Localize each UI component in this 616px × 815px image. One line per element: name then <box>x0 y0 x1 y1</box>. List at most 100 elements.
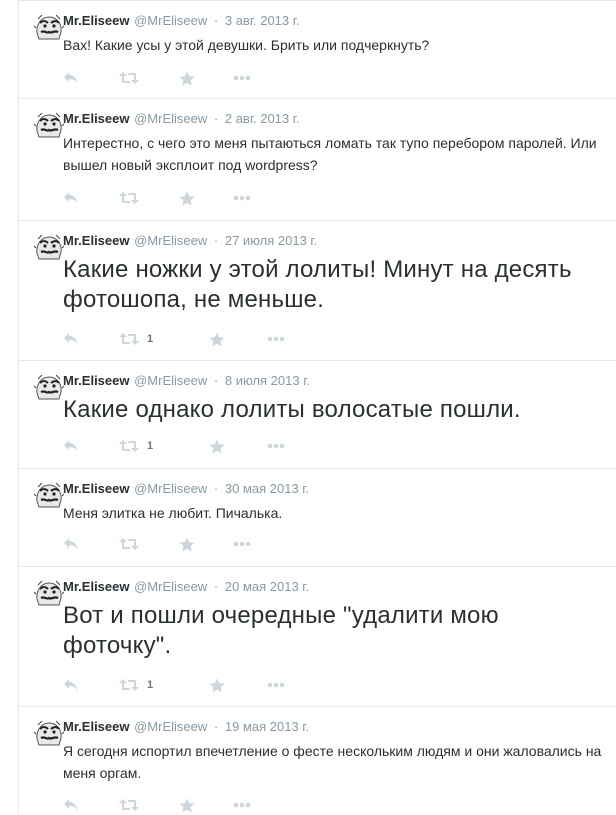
more-button[interactable] <box>267 437 285 455</box>
timestamp[interactable]: 27 июля 2013 г. <box>225 233 317 248</box>
tweet-text: Вах! Какие усы у этой девушки. Брить или… <box>63 37 430 53</box>
tweet-text: Какие однако лолиты волосатые пошли. <box>63 396 521 423</box>
fullname[interactable]: Mr.Eliseew <box>63 13 129 28</box>
retweet-button[interactable] <box>119 535 147 553</box>
tweet-header: Mr.Eliseew @MrEliseew · 27 июля 2013 г. <box>63 233 317 249</box>
fullname[interactable]: Mr.Eliseew <box>63 579 129 594</box>
more-icon <box>267 443 285 449</box>
tweet-text: Вот и пошли очередные "удалити мою фоточ… <box>63 602 499 659</box>
separator: · <box>213 111 219 126</box>
reply-icon <box>64 192 78 204</box>
more-button[interactable] <box>233 535 251 553</box>
retweet-count: 1 <box>147 679 154 691</box>
more-icon <box>267 336 285 342</box>
separator: · <box>213 13 219 28</box>
retweet-button[interactable]: 1 <box>119 437 153 455</box>
reply-icon <box>64 72 78 84</box>
avatar[interactable] <box>33 11 65 43</box>
tweet[interactable]: Mr.Eliseew @MrEliseew · 2 авг. 2013 г. И… <box>19 99 616 221</box>
reply-button[interactable] <box>63 330 79 348</box>
retweet-icon <box>119 538 139 550</box>
favorite-icon <box>179 798 195 812</box>
favorite-button[interactable] <box>209 676 225 694</box>
tweet-timeline: Mr.Eliseew @MrEliseew · 3 авг. 2013 г. В… <box>18 0 616 814</box>
favorite-icon <box>179 191 195 205</box>
favorite-button[interactable] <box>179 69 195 87</box>
reply-button[interactable] <box>63 189 79 207</box>
reply-button[interactable] <box>63 796 79 814</box>
more-button[interactable] <box>233 796 251 814</box>
separator: · <box>213 719 219 734</box>
favorite-icon <box>209 678 225 692</box>
tweet-text: Меня элитка не любит. Пичалька. <box>63 505 283 521</box>
timestamp[interactable]: 20 мая 2013 г. <box>225 579 309 594</box>
favorite-button[interactable] <box>209 437 225 455</box>
tweet-text: Какие ножки у этой лолиты! Минут на деся… <box>63 256 572 313</box>
avatar[interactable] <box>33 577 65 609</box>
reply-button[interactable] <box>63 535 79 553</box>
retweet-icon <box>119 72 139 84</box>
tweet[interactable]: Mr.Eliseew @MrEliseew · 19 мая 2013 г. Я… <box>19 707 616 815</box>
tweet-header: Mr.Eliseew @MrEliseew · 19 мая 2013 г. <box>63 719 309 735</box>
retweet-icon <box>119 333 139 345</box>
retweet-button[interactable] <box>119 796 147 814</box>
reply-button[interactable] <box>63 437 79 455</box>
favorite-icon <box>179 537 195 551</box>
username[interactable]: @MrEliseew <box>134 13 207 28</box>
retweet-button[interactable]: 1 <box>119 330 153 348</box>
username[interactable]: @MrEliseew <box>134 233 207 248</box>
timestamp[interactable]: 19 мая 2013 г. <box>225 719 309 734</box>
timestamp[interactable]: 3 авг. 2013 г. <box>225 13 300 28</box>
more-icon <box>267 682 285 688</box>
timestamp[interactable]: 8 июля 2013 г. <box>225 373 310 388</box>
avatar[interactable] <box>33 479 65 511</box>
retweet-count: 1 <box>147 440 154 452</box>
username[interactable]: @MrEliseew <box>134 719 207 734</box>
tweet[interactable]: Mr.Eliseew @MrEliseew · 27 июля 2013 г. … <box>19 221 616 361</box>
avatar[interactable] <box>33 231 65 263</box>
username[interactable]: @MrEliseew <box>134 481 207 496</box>
reply-icon <box>64 799 78 811</box>
tweet[interactable]: Mr.Eliseew @MrEliseew · 3 авг. 2013 г. В… <box>19 1 616 99</box>
favorite-button[interactable] <box>209 330 225 348</box>
reply-icon <box>64 333 78 345</box>
more-button[interactable] <box>233 189 251 207</box>
reply-icon <box>64 538 78 550</box>
tweet[interactable]: Mr.Eliseew @MrEliseew · 8 июля 2013 г. К… <box>19 361 616 469</box>
username[interactable]: @MrEliseew <box>134 111 207 126</box>
retweet-button[interactable] <box>119 189 147 207</box>
favorite-button[interactable] <box>179 189 195 207</box>
more-button[interactable] <box>267 676 285 694</box>
tweet-header: Mr.Eliseew @MrEliseew · 2 авг. 2013 г. <box>63 111 300 127</box>
reply-button[interactable] <box>63 676 79 694</box>
timestamp[interactable]: 2 авг. 2013 г. <box>225 111 300 126</box>
avatar[interactable] <box>33 109 65 141</box>
separator: · <box>213 373 219 388</box>
separator: · <box>213 233 219 248</box>
tweet-header: Mr.Eliseew @MrEliseew · 8 июля 2013 г. <box>63 373 310 389</box>
more-button[interactable] <box>267 330 285 348</box>
more-icon <box>233 75 251 81</box>
timestamp[interactable]: 30 мая 2013 г. <box>225 481 309 496</box>
favorite-icon <box>209 332 225 346</box>
avatar[interactable] <box>33 717 65 749</box>
retweet-button[interactable] <box>119 69 147 87</box>
tweet-header: Mr.Eliseew @MrEliseew · 30 мая 2013 г. <box>63 481 309 497</box>
more-button[interactable] <box>233 69 251 87</box>
fullname[interactable]: Mr.Eliseew <box>63 481 129 496</box>
tweet[interactable]: Mr.Eliseew @MrEliseew · 30 мая 2013 г. М… <box>19 469 616 567</box>
username[interactable]: @MrEliseew <box>134 373 207 388</box>
avatar[interactable] <box>33 371 65 403</box>
retweet-icon <box>119 679 139 691</box>
favorite-button[interactable] <box>179 796 195 814</box>
fullname[interactable]: Mr.Eliseew <box>63 233 129 248</box>
retweet-button[interactable]: 1 <box>119 676 153 694</box>
favorite-button[interactable] <box>179 535 195 553</box>
fullname[interactable]: Mr.Eliseew <box>63 373 129 388</box>
tweet[interactable]: Mr.Eliseew @MrEliseew · 20 мая 2013 г. В… <box>19 567 616 707</box>
fullname[interactable]: Mr.Eliseew <box>63 719 129 734</box>
fullname[interactable]: Mr.Eliseew <box>63 111 129 126</box>
retweet-icon <box>119 192 139 204</box>
reply-button[interactable] <box>63 69 79 87</box>
username[interactable]: @MrEliseew <box>134 579 207 594</box>
